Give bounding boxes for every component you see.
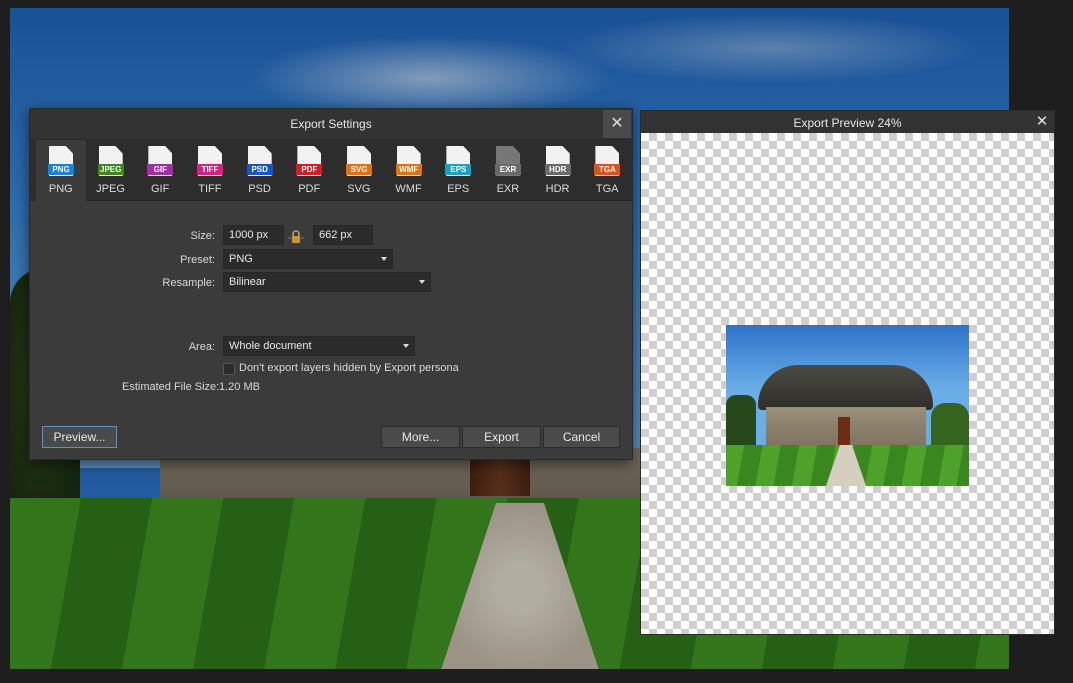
format-exr-button[interactable]: EXR EXR	[483, 140, 533, 201]
lock-icon[interactable]	[288, 229, 304, 245]
thumb-bush-left	[726, 395, 756, 450]
hidden-layers-checkbox[interactable]	[223, 363, 235, 375]
chevron-down-icon	[381, 257, 387, 261]
export-button[interactable]: Export	[462, 426, 541, 448]
format-eps-button[interactable]: EPS EPS	[433, 140, 483, 201]
format-label: EXR	[496, 183, 520, 195]
format-psd-button[interactable]: PSD PSD	[235, 140, 285, 201]
format-label: SVG	[347, 183, 371, 195]
format-badge: EPS	[445, 164, 472, 175]
format-label: EPS	[447, 183, 470, 195]
export-settings-dialog: Export Settings ✕ PNG PNG JPEG JPEG GIF GIF TI…	[29, 108, 633, 460]
export-preview-panel: Export Preview 24% ✕	[640, 110, 1055, 635]
format-badge: GIF	[147, 164, 174, 175]
thumb-roof	[758, 365, 933, 410]
area-label: Area:	[188, 341, 215, 353]
format-badge: PDF	[296, 164, 323, 175]
format-label: WMF	[395, 183, 422, 195]
format-label: HDR	[545, 183, 570, 195]
format-badge: TIFF	[197, 164, 224, 175]
dialog-titlebar[interactable]: Export Settings ✕	[30, 109, 632, 140]
format-label: TGA	[595, 183, 619, 195]
format-badge: PNG	[48, 164, 74, 175]
format-tiff-button[interactable]: TIFF TIFF	[185, 140, 235, 201]
format-pdf-button[interactable]: PDF PDF	[284, 140, 334, 201]
preview-titlebar[interactable]: Export Preview 24% ✕	[641, 111, 1054, 133]
size-label: Size:	[190, 230, 215, 242]
preset-select[interactable]: PNG	[223, 249, 393, 269]
close-icon: ✕	[1035, 113, 1049, 130]
format-wmf-button[interactable]: WMF WMF	[384, 140, 434, 201]
dialog-title: Export Settings	[290, 117, 372, 131]
hidden-layers-label[interactable]: Don't export layers hidden by Export per…	[239, 362, 459, 374]
resample-select[interactable]: Bilinear	[223, 272, 431, 292]
transparency-checkerboard	[641, 133, 1054, 634]
format-label: TIFF	[198, 183, 222, 195]
thumb-door	[838, 417, 850, 445]
format-badge: PSD	[246, 164, 273, 175]
preview-title: Export Preview 24%	[793, 116, 902, 130]
resample-value: Bilinear	[229, 276, 266, 288]
format-badge: WMF	[395, 164, 422, 175]
preview-button[interactable]: Preview...	[42, 426, 117, 448]
close-icon: ✕	[610, 115, 624, 132]
format-svg-button[interactable]: SVG SVG	[334, 140, 384, 201]
format-label: PDF	[298, 183, 321, 195]
preview-thumbnail	[726, 325, 969, 486]
format-badge: SVG	[346, 164, 373, 175]
format-label: PSD	[248, 183, 271, 195]
resample-label: Resample:	[162, 277, 215, 289]
area-select[interactable]: Whole document	[223, 336, 415, 356]
file-size-label: Estimated File Size:	[122, 381, 220, 393]
area-value: Whole document	[229, 340, 312, 352]
format-png-button[interactable]: PNG PNG	[36, 140, 86, 201]
dialog-close-button[interactable]: ✕	[603, 110, 631, 138]
chevron-down-icon	[403, 344, 409, 348]
more-button[interactable]: More...	[381, 426, 460, 448]
format-hdr-button[interactable]: HDR HDR	[533, 140, 583, 201]
format-gif-button[interactable]: GIF GIF	[135, 140, 185, 201]
preset-label: Preset:	[180, 254, 215, 266]
cancel-button[interactable]: Cancel	[543, 426, 620, 448]
format-toolbar: PNG PNG JPEG JPEG GIF GIF TIFF TIFF PSD PSD PDF PDF…	[30, 140, 632, 201]
width-field[interactable]: 1000 px	[223, 225, 284, 245]
thumb-bush-right	[931, 403, 969, 448]
format-badge: JPEG	[97, 164, 124, 175]
file-size-value: 1.20 MB	[219, 381, 260, 393]
format-jpeg-button[interactable]: JPEG JPEG	[86, 140, 136, 201]
format-badge: HDR	[544, 164, 571, 175]
format-badge: EXR	[495, 164, 522, 175]
format-label: JPEG	[96, 183, 125, 195]
format-label: GIF	[151, 183, 170, 195]
height-field[interactable]: 662 px	[313, 225, 373, 245]
format-label: PNG	[48, 183, 73, 195]
preview-close-button[interactable]: ✕	[1034, 113, 1050, 131]
format-badge: TGA	[594, 164, 621, 175]
preset-value: PNG	[229, 253, 253, 265]
chevron-down-icon	[419, 280, 425, 284]
format-tga-button[interactable]: TGA TGA	[582, 140, 632, 201]
